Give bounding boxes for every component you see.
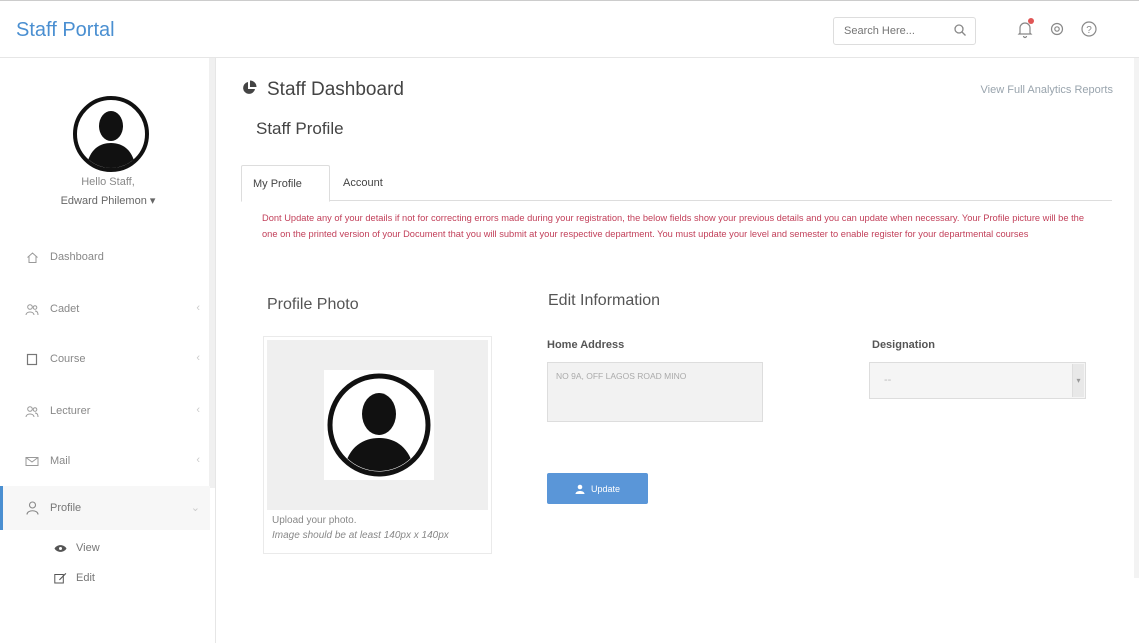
analytics-link[interactable]: View Full Analytics Reports	[981, 84, 1113, 96]
mail-icon	[24, 453, 40, 469]
notification-dot	[1028, 18, 1034, 24]
photo-upload-box[interactable]: Upload your photo. Image should be at le…	[263, 336, 492, 554]
update-button-label: Update	[590, 483, 621, 494]
page-scrollbar[interactable]	[1134, 58, 1139, 578]
chevron-left-icon: ‹	[196, 454, 200, 466]
sidebar-subitem-edit[interactable]: Edit	[54, 572, 95, 584]
sidebar-item-label: Profile	[50, 502, 82, 514]
chevron-left-icon: ‹	[196, 302, 200, 314]
sidebar-item-cadet[interactable]: Cadet ‹	[0, 287, 210, 331]
tab-my-profile[interactable]: My Profile	[241, 165, 330, 202]
sidebar-item-profile[interactable]: Profile ⌄	[0, 486, 210, 530]
app-title[interactable]: Staff Portal	[0, 1, 216, 59]
tab-account[interactable]: Account	[343, 165, 413, 201]
sidebar-subitem-view[interactable]: View	[54, 542, 100, 554]
gear-icon[interactable]	[1046, 18, 1068, 40]
avatar[interactable]	[72, 95, 150, 173]
profile-tabs: My Profile Account	[241, 165, 1112, 202]
edit-information-heading: Edit Information	[548, 292, 661, 309]
avatar	[324, 370, 434, 480]
edit-icon	[54, 572, 68, 584]
sidebar-item-label: Mail	[50, 455, 71, 467]
user-name-dropdown[interactable]: Edward Philemon ▾	[0, 194, 216, 207]
eye-icon	[54, 544, 68, 553]
page-title: Staff Dashboard	[267, 79, 404, 100]
search-icon[interactable]	[953, 23, 967, 42]
chevron-down-icon: ⌄	[190, 502, 200, 514]
help-icon[interactable]: ?	[1078, 18, 1100, 40]
chevron-left-icon: ‹	[196, 352, 200, 364]
update-button[interactable]: Update	[547, 473, 648, 504]
chevron-down-icon: ▾	[1072, 364, 1084, 397]
profile-photo-heading: Profile Photo	[267, 296, 359, 313]
sidebar-item-course[interactable]: Course ‹	[0, 337, 210, 381]
upload-caption: Upload your photo.	[272, 515, 357, 526]
sidebar-subitem-label: Edit	[76, 572, 95, 584]
sidebar-item-label: Course	[50, 353, 86, 365]
upload-hint: Image should be at least 140px x 140px	[272, 530, 449, 541]
sidebar-item-mail[interactable]: Mail ‹	[0, 439, 210, 483]
search-box[interactable]	[833, 17, 976, 45]
page-header: Staff Dashboard	[241, 79, 404, 101]
sidebar-item-dashboard[interactable]: Dashboard	[0, 235, 210, 279]
greeting-text: Hello Staff,	[81, 176, 135, 188]
sidebar-subitem-label: View	[76, 542, 100, 554]
designation-label: Designation	[872, 339, 935, 351]
sidebar-item-label: Dashboard	[50, 251, 104, 263]
user-icon	[24, 500, 40, 516]
sidebar-item-lecturer[interactable]: Lecturer ‹	[0, 389, 210, 433]
users-icon	[24, 301, 40, 317]
warning-message: Dont Update any of your details if not f…	[262, 213, 1085, 239]
top-bar: Staff Portal ?	[0, 0, 1139, 58]
home-address-label: Home Address	[547, 339, 625, 351]
sidebar-item-label: Lecturer	[50, 405, 91, 417]
sidebar: Hello Staff, Edward Philemon ▾ Dashboard…	[0, 58, 216, 643]
photo-preview	[267, 340, 488, 510]
bell-icon[interactable]	[1014, 18, 1036, 40]
users-icon	[24, 403, 40, 419]
home-address-field[interactable]: NO 9A, OFF LAGOS ROAD MINO	[547, 362, 763, 422]
user-icon	[575, 484, 585, 494]
search-input[interactable]	[834, 18, 942, 44]
designation-value: --	[884, 374, 892, 386]
home-icon	[24, 249, 40, 265]
page-subtitle: Staff Profile	[256, 119, 344, 138]
sidebar-item-label: Cadet	[50, 303, 80, 315]
svg-text:?: ?	[1086, 25, 1092, 36]
pie-chart-icon	[241, 80, 257, 101]
designation-select[interactable]: -- ▾	[869, 362, 1086, 399]
chevron-left-icon: ‹	[196, 404, 200, 416]
book-icon	[24, 351, 40, 367]
